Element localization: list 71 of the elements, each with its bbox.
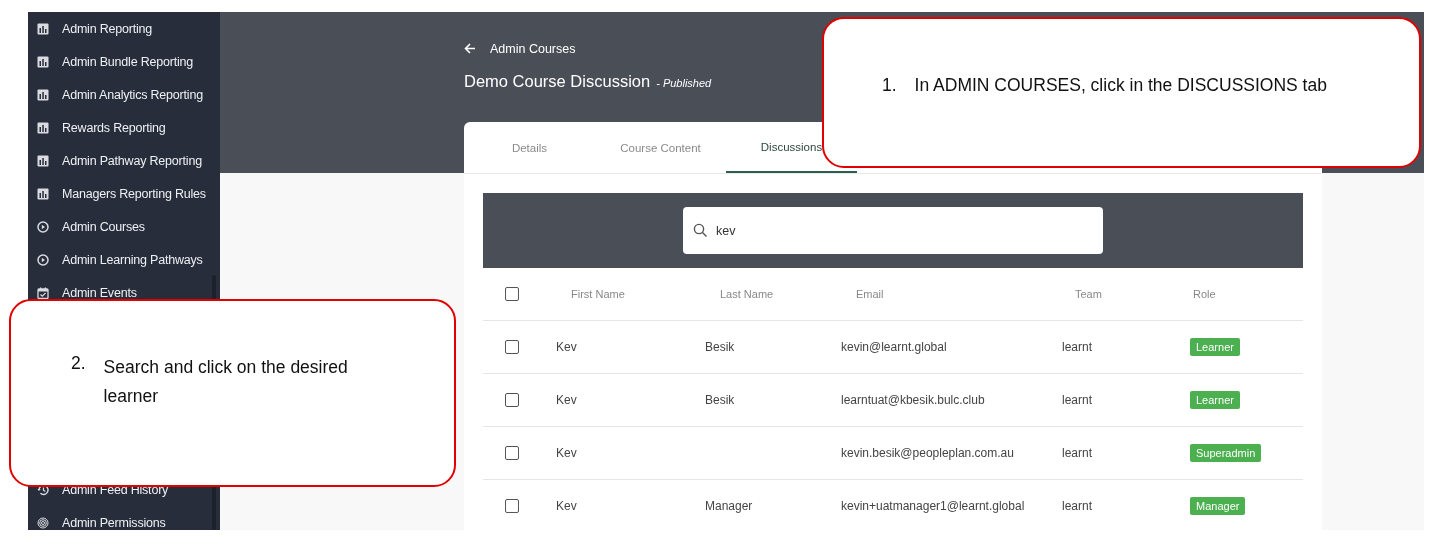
column-header: Role xyxy=(1165,268,1303,321)
table-cell: Kev xyxy=(543,321,692,374)
sidebar-item[interactable]: Admin Bundle Reporting xyxy=(28,45,220,78)
sidebar-item-label: Admin Learning Pathways xyxy=(62,252,203,267)
sidebar-item-label: Admin Analytics Reporting xyxy=(62,87,203,102)
column-header: First Name xyxy=(543,268,692,321)
table-cell: learnt xyxy=(1047,427,1165,480)
chart-icon xyxy=(37,154,49,167)
instruction-text: In ADMIN COURSES, click in the DISCUSSIONS tab xyxy=(914,75,1327,96)
sidebar-item-label: Admin Courses xyxy=(62,219,145,234)
role-badge: Learner xyxy=(1190,338,1240,356)
play-circle-icon xyxy=(37,253,49,266)
table-cell: Besik xyxy=(692,321,828,374)
table-cell: learnt xyxy=(1047,321,1165,374)
sidebar-item[interactable]: Rewards Reporting xyxy=(28,111,220,144)
role-badge: Superadmin xyxy=(1190,444,1262,462)
column-header: Email xyxy=(828,268,1047,321)
calendar-icon xyxy=(37,286,49,299)
fingerprint-icon xyxy=(37,516,49,529)
checkbox[interactable] xyxy=(505,393,519,407)
back-arrow-icon xyxy=(464,43,476,54)
table-cell: kevin+uatmanager1@learnt.global xyxy=(828,480,1047,530)
table-cell: learntuat@kbesik.bulc.club xyxy=(828,374,1047,427)
chart-icon xyxy=(37,187,49,200)
instruction-text: Search and click on the desired learner xyxy=(103,356,349,408)
column-header: Team xyxy=(1047,268,1165,321)
checkbox[interactable] xyxy=(505,499,519,513)
sidebar-item[interactable]: Admin Learning Pathways xyxy=(28,243,220,276)
chart-icon xyxy=(37,121,49,134)
table-cell: learnt xyxy=(1047,374,1165,427)
sidebar-item-label: Admin Permissions xyxy=(62,515,166,530)
sidebar-item-label: Admin Reporting xyxy=(62,21,153,36)
sidebar-item-label: Admin Events xyxy=(62,285,137,300)
chart-icon xyxy=(37,22,49,35)
table-cell: Kev xyxy=(543,427,692,480)
role-badge: Manager xyxy=(1190,497,1246,515)
search-icon xyxy=(693,223,708,238)
table-cell: kevin.besik@peopleplan.com.au xyxy=(828,427,1047,480)
table-cell: learnt xyxy=(1047,480,1165,530)
chart-icon xyxy=(37,88,49,101)
table-cell: kevin@learnt.global xyxy=(828,321,1047,374)
checkbox[interactable] xyxy=(505,287,519,301)
step-number: 1. xyxy=(882,75,897,96)
sidebar-item[interactable]: Admin Courses xyxy=(28,210,220,243)
role-badge: Learner xyxy=(1190,391,1240,409)
sidebar-item[interactable]: Managers Reporting Rules xyxy=(28,177,220,210)
tab[interactable]: Details xyxy=(464,122,595,173)
sidebar-item[interactable]: Admin Reporting xyxy=(28,12,220,45)
sidebar-item[interactable]: Admin Analytics Reporting xyxy=(28,78,220,111)
column-header: Last Name xyxy=(692,268,828,321)
checkbox[interactable] xyxy=(505,446,519,460)
table-cell: Kev xyxy=(543,480,692,530)
sidebar-item[interactable]: Admin Pathway Reporting xyxy=(28,144,220,177)
sidebar-item-label: Admin Bundle Reporting xyxy=(62,54,194,69)
sidebar-item-label: Managers Reporting Rules xyxy=(62,186,206,201)
tab[interactable]: Course Content xyxy=(595,122,726,173)
sidebar-item-label: Rewards Reporting xyxy=(62,120,166,135)
table-cell: Kev xyxy=(543,374,692,427)
search-field[interactable]: kev xyxy=(683,207,1103,254)
table-cell: Manager xyxy=(692,480,828,530)
status-label: - Published xyxy=(656,77,712,89)
course-title: Demo Course Discussion xyxy=(464,72,651,91)
sidebar-item[interactable]: Admin Permissions xyxy=(28,506,220,530)
table-cell: Besik xyxy=(692,374,828,427)
back-link[interactable]: Admin Courses xyxy=(464,41,576,56)
step-number: 2. xyxy=(71,353,86,375)
sidebar-item-label: Admin Pathway Reporting xyxy=(62,153,202,168)
checkbox[interactable] xyxy=(505,340,519,354)
chart-icon xyxy=(37,55,49,68)
play-circle-icon xyxy=(37,220,49,233)
sidebar-item[interactable]: Admin Events xyxy=(28,276,220,309)
